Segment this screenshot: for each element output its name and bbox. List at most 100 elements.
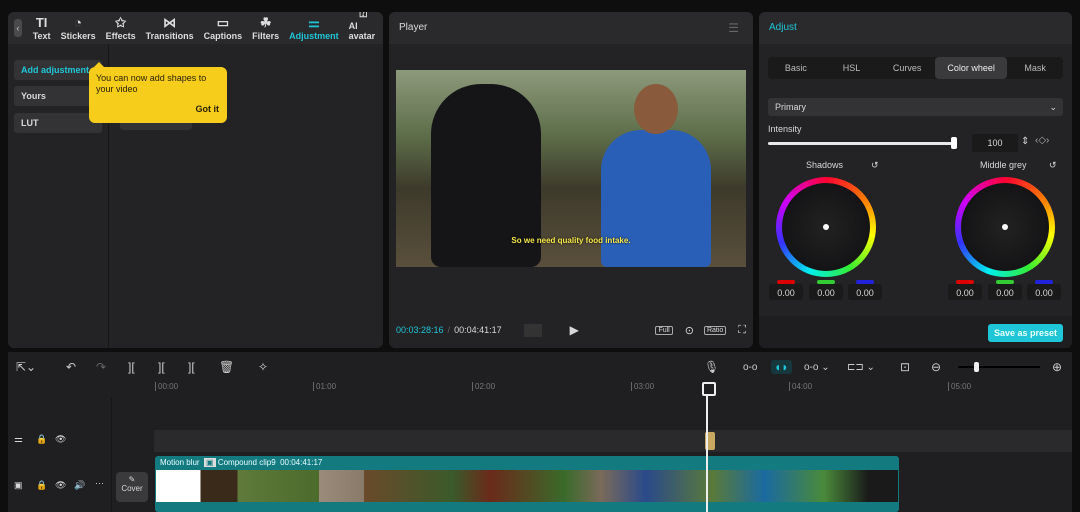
- tab-mask[interactable]: Mask: [1007, 57, 1063, 79]
- playhead[interactable]: [702, 382, 716, 512]
- ruler-tick: 04:00: [789, 382, 812, 391]
- edit-icon: ✎: [128, 475, 136, 484]
- snap-icon[interactable]: ◖◗: [771, 360, 792, 374]
- split-left-icon[interactable]: ][: [158, 360, 165, 374]
- video-preview[interactable]: So we need quality food intake.: [396, 70, 746, 267]
- person-head: [634, 84, 678, 134]
- collapse-button[interactable]: ‹: [14, 19, 22, 37]
- shadows-green[interactable]: 0.00: [809, 280, 843, 300]
- tab-ai-avatar[interactable]: ⍰ AI avatar: [349, 12, 378, 41]
- person-figure: [601, 130, 711, 267]
- tab-label: Text: [32, 31, 51, 41]
- filters-icon: ☘: [259, 15, 272, 30]
- video-track-icon: ▣: [14, 480, 23, 490]
- shadows-red[interactable]: 0.00: [769, 280, 803, 300]
- menu-icon[interactable]: ☰: [728, 21, 739, 35]
- ratio-button[interactable]: Ratio: [703, 325, 727, 335]
- tab-basic[interactable]: Basic: [768, 57, 824, 79]
- tab-transitions[interactable]: ⋈ Transitions: [146, 15, 194, 42]
- current-time: 00:03:28:16: [396, 325, 444, 335]
- microphone-icon[interactable]: 🎙: [704, 360, 719, 374]
- grey-blue[interactable]: 0.00: [1027, 280, 1061, 300]
- intensity-slider[interactable]: [768, 137, 957, 149]
- clip-thumbnails: [156, 470, 898, 502]
- grey-green[interactable]: 0.00: [988, 280, 1022, 300]
- sticker-icon: ◔: [74, 15, 82, 30]
- frame-icon[interactable]: [523, 323, 542, 337]
- zoom-in-icon[interactable]: ⊕: [1052, 360, 1062, 374]
- transitions-icon: ⋈: [163, 15, 177, 30]
- slider-handle[interactable]: [951, 137, 957, 149]
- zoom-fit-icon[interactable]: ⊙: [685, 324, 694, 337]
- timeline-toolbar: ⇱⌄ ↶ ↷ ][ ][ ][ 🗑 ✧ 🎙 o-o ◖◗ o-o ⌄ ⊏⊐ ⌄ …: [8, 352, 1072, 382]
- tab-hsl[interactable]: HSL: [824, 57, 880, 79]
- keyframe-icon[interactable]: ‹◇›: [1035, 135, 1049, 146]
- adjustment-track[interactable]: [154, 430, 1072, 452]
- captions-icon: ▭: [216, 15, 230, 30]
- wheel-handle[interactable]: [823, 224, 829, 230]
- redo-icon[interactable]: ↷: [96, 360, 106, 374]
- ruler-tick: 05:00: [948, 382, 971, 391]
- stepper-icon[interactable]: ⇕: [1021, 136, 1029, 147]
- mode-select[interactable]: Primary ⌄: [768, 98, 1063, 116]
- select-tool-icon[interactable]: ⇱⌄: [16, 360, 36, 374]
- subtitle: So we need quality food intake.: [511, 236, 631, 245]
- undo-icon[interactable]: ↶: [66, 360, 76, 374]
- player-title: Player: [389, 12, 753, 44]
- tab-filters[interactable]: ☘ Filters: [252, 15, 279, 42]
- audio-icon[interactable]: 🔊: [74, 480, 85, 491]
- eye-icon[interactable]: 👁: [55, 434, 66, 445]
- shadows-blue[interactable]: 0.00: [848, 280, 882, 300]
- tab-curves[interactable]: Curves: [879, 57, 935, 79]
- play-button[interactable]: ▶: [570, 323, 579, 337]
- got-it-button[interactable]: Got it: [196, 104, 220, 115]
- magic-wand-icon[interactable]: ✧: [258, 360, 268, 374]
- adjust-panel: Adjust Basic HSL Curves Color wheel Mask…: [759, 12, 1072, 348]
- lock-icon[interactable]: 🔒: [36, 480, 47, 491]
- tooltip: You can now add shapes to your video Got …: [89, 62, 227, 123]
- eye-icon[interactable]: 👁: [55, 480, 66, 491]
- chevron-down-icon: ⌄: [1049, 102, 1057, 112]
- shadows-label: Shadows: [806, 160, 844, 170]
- player-panel: Player ☰ So we need quality food intake.…: [389, 12, 753, 348]
- tooltip-text: You can now add shapes to your video: [96, 73, 207, 94]
- reset-icon[interactable]: ↺: [871, 160, 879, 171]
- shadows-color-wheel[interactable]: [776, 177, 876, 277]
- cover-button[interactable]: ✎ Cover: [116, 472, 148, 502]
- tab-text[interactable]: TI Text: [32, 16, 51, 42]
- grey-red[interactable]: 0.00: [948, 280, 982, 300]
- split-icon[interactable]: ][: [128, 360, 135, 374]
- tab-adjustment[interactable]: ⚌ Adjustment: [289, 16, 339, 42]
- time-ruler[interactable]: 00:00 01:00 02:00 03:00 04:00 05:00: [155, 382, 1072, 398]
- linkage-icon[interactable]: o-o ⌄: [804, 362, 830, 373]
- tab-effects[interactable]: ✩ Effects: [106, 16, 136, 42]
- more-icon[interactable]: ···: [95, 478, 104, 488]
- delete-icon[interactable]: 🗑: [219, 360, 234, 374]
- zoom-slider[interactable]: [958, 362, 1040, 372]
- media-panel: ‹ TI Text ◔ Stickers ✩ Effects ⋈ Transitions…: [8, 12, 383, 348]
- avatar-icon: ⍰: [359, 12, 368, 20]
- fit-icon[interactable]: ⊡: [900, 360, 910, 374]
- zoom-out-icon[interactable]: ⊖: [931, 360, 941, 374]
- compound-clip[interactable]: Motion blur ▣ Compound clip9 00:04:41:17: [155, 456, 899, 512]
- tab-color-wheel[interactable]: Color wheel: [934, 57, 1008, 79]
- split-right-icon[interactable]: ][: [188, 360, 195, 374]
- player-controls: 00:03:28:16 / 00:04:41:17 ▶ Full ⊙ Ratio…: [396, 323, 746, 337]
- intensity-input[interactable]: 100: [972, 134, 1018, 152]
- save-as-preset-button[interactable]: Save as preset: [987, 324, 1063, 342]
- adjust-title: Adjust: [759, 12, 1072, 44]
- middle-grey-color-wheel[interactable]: [955, 177, 1055, 277]
- link-icon[interactable]: o-o: [743, 362, 757, 373]
- fullscreen-icon[interactable]: ⛶: [738, 324, 746, 337]
- compound-icon: ▣: [204, 458, 216, 467]
- tab-captions[interactable]: ▭ Captions: [204, 15, 243, 42]
- lock-icon[interactable]: 🔒: [36, 434, 47, 445]
- middle-grey-label: Middle grey: [980, 160, 1027, 170]
- total-time: 00:04:41:17: [454, 325, 502, 335]
- full-button[interactable]: Full: [655, 325, 673, 335]
- preview-axis-icon[interactable]: ⊏⊐ ⌄: [847, 362, 875, 373]
- wheel-handle[interactable]: [1002, 224, 1008, 230]
- reset-icon[interactable]: ↺: [1049, 160, 1057, 171]
- tab-stickers[interactable]: ◔ Stickers: [61, 15, 96, 42]
- clip-name: Compound clip9: [217, 458, 276, 467]
